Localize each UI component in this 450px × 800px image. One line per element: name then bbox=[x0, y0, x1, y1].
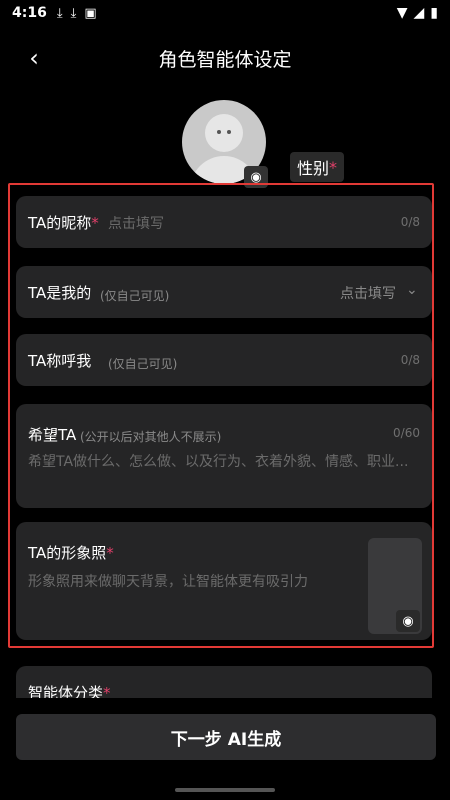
relation-fill-text: 点击填写 bbox=[340, 286, 396, 302]
hope-field[interactable]: 希望TA (公开以后对其他人不展示) 0/60 希望TA做什么、怎么做、以及行为… bbox=[16, 404, 432, 508]
top-nav: ‹ 角色智能体设定 bbox=[0, 40, 450, 76]
wifi-icon: ▼ bbox=[396, 5, 408, 21]
battery-icon: ▮ bbox=[430, 5, 438, 21]
app-icon: ▣ bbox=[84, 5, 97, 21]
relation-note: (仅自己可见) bbox=[100, 289, 170, 303]
call-me-counter: 0/8 bbox=[400, 353, 420, 367]
hope-label: 希望TA bbox=[28, 426, 77, 444]
status-time: 4:16 bbox=[12, 5, 47, 21]
avatar-picker[interactable]: ◉ bbox=[182, 100, 268, 188]
hope-placeholder: 希望TA做什么、怎么做、以及行为、衣着外貌、情感、职业... bbox=[28, 454, 409, 470]
nickname-label-text: TA的昵称 bbox=[28, 214, 92, 232]
required-mark: * bbox=[329, 157, 337, 177]
nickname-placeholder: 点击填写 bbox=[108, 216, 164, 232]
image-field[interactable]: TA的形象照* 形象照用来做聊天背景，让智能体更有吸引力 ◉ bbox=[16, 522, 432, 640]
status-bar: 4:16 ⤓ ⤓ ▣ ▼ ◢ ▮ bbox=[0, 0, 450, 26]
call-me-note: (仅自己可见) bbox=[108, 357, 178, 371]
hope-counter: 0/60 bbox=[393, 426, 420, 440]
required-mark: * bbox=[106, 544, 114, 562]
relation-label: TA是我的 bbox=[28, 284, 92, 302]
avatar-head bbox=[205, 114, 243, 152]
gender-label: 性别 bbox=[296, 159, 329, 178]
nickname-label: TA的昵称* bbox=[28, 212, 99, 233]
nickname-field[interactable]: TA的昵称* 点击填写 0/8 bbox=[16, 196, 432, 248]
next-button[interactable]: 下一步 AI生成 bbox=[16, 714, 436, 760]
chevron-down-icon: ⌄ bbox=[406, 282, 418, 298]
page-title: 角色智能体设定 bbox=[158, 48, 292, 71]
avatar-eye bbox=[217, 130, 221, 134]
gender-button[interactable]: 性别 * bbox=[290, 152, 344, 182]
required-mark: * bbox=[91, 214, 99, 232]
chevron-left-icon: ‹ bbox=[29, 44, 39, 72]
avatar-eye bbox=[227, 130, 231, 134]
call-me-label: TA称呼我 bbox=[28, 352, 92, 370]
image-label: TA的形象照* bbox=[28, 542, 114, 563]
relation-field[interactable]: TA是我的 (仅自己可见) 点击填写 ⌄ bbox=[16, 266, 432, 318]
call-me-field[interactable]: TA称呼我 (仅自己可见) 0/8 bbox=[16, 334, 432, 386]
camera-icon[interactable]: ◉ bbox=[396, 610, 420, 632]
download-icon: ⤓ bbox=[56, 5, 63, 21]
signal-icon: ◢ bbox=[413, 5, 425, 21]
download-icon: ⤓ bbox=[70, 5, 77, 21]
hope-note: (公开以后对其他人不展示) bbox=[80, 430, 222, 444]
image-placeholder: 形象照用来做聊天背景，让智能体更有吸引力 bbox=[28, 574, 308, 590]
nickname-counter: 0/8 bbox=[400, 215, 420, 229]
home-indicator bbox=[175, 788, 275, 792]
image-label-text: TA的形象照 bbox=[28, 544, 107, 562]
back-button[interactable]: ‹ bbox=[20, 44, 48, 72]
